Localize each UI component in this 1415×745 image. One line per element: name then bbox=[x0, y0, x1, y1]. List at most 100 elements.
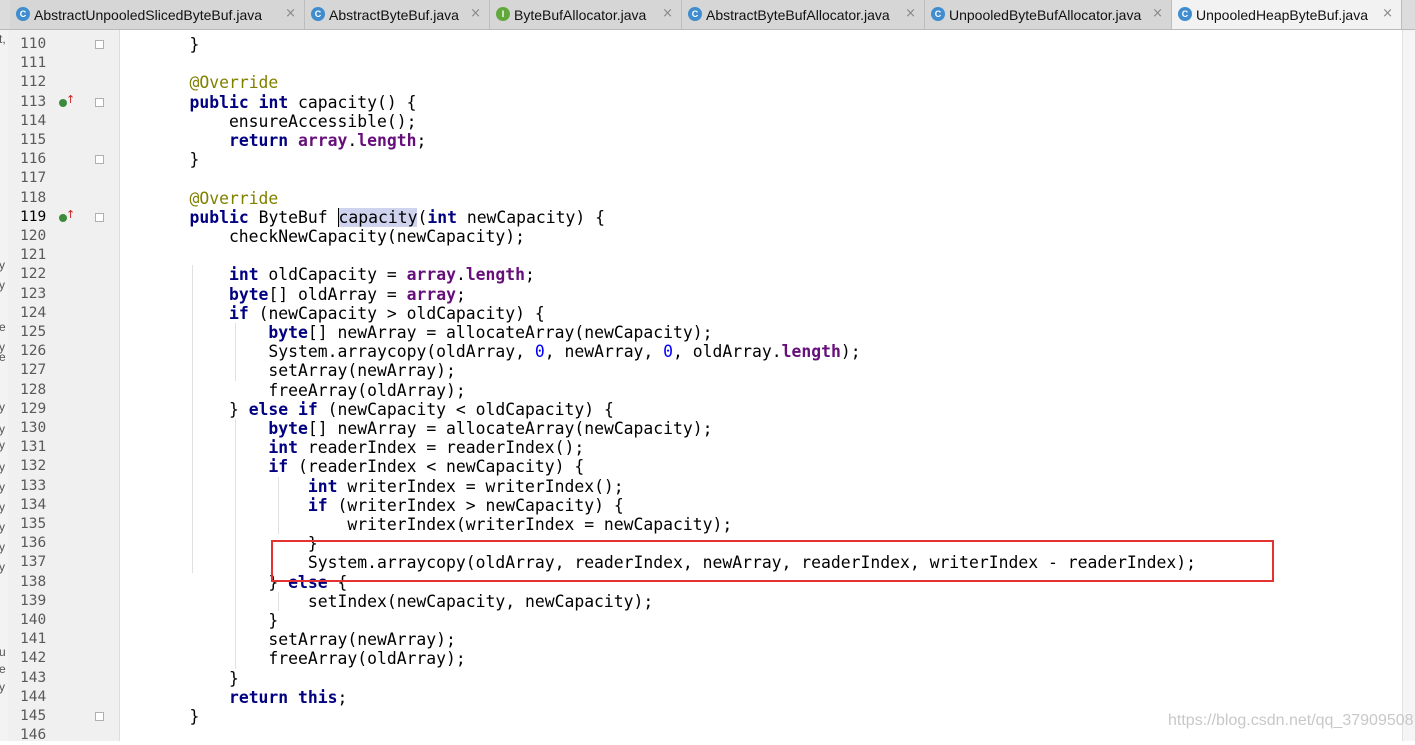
code-line[interactable]: public ByteBuf capacity(int newCapacity)… bbox=[150, 207, 605, 227]
project-panel-edge[interactable]: t, y y e y e y y y y y y y y y u e y bbox=[0, 30, 8, 741]
code-token: if bbox=[268, 457, 289, 477]
tab-label: ByteBufAllocator.java bbox=[514, 6, 647, 23]
code-line[interactable]: byte[] oldArray = array; bbox=[150, 285, 466, 304]
class-icon: C bbox=[931, 7, 945, 21]
line-number: 129 bbox=[20, 400, 47, 417]
line-number: 115 bbox=[20, 132, 47, 148]
code-line[interactable]: int readerIndex = readerIndex(); bbox=[150, 438, 584, 457]
tab-abstract-byte-buf[interactable]: C AbstractByteBuf.java × bbox=[305, 0, 490, 29]
fold-toggle-icon[interactable] bbox=[95, 212, 104, 222]
code-line[interactable]: checkNewCapacity(newCapacity); bbox=[150, 227, 525, 246]
code-line[interactable]: ensureAccessible(); bbox=[150, 112, 417, 131]
code-token: length bbox=[357, 131, 417, 150]
code-line[interactable]: } bbox=[150, 35, 199, 54]
code-token: int bbox=[258, 92, 289, 112]
line-number: 141 bbox=[20, 631, 47, 648]
code-token: freeArray(oldArray); bbox=[150, 649, 466, 669]
code-token: newCapacity) { bbox=[456, 207, 605, 227]
code-token: } bbox=[150, 611, 279, 630]
code-line[interactable]: int writerIndex = writerIndex(); bbox=[150, 477, 624, 496]
code-line[interactable]: } bbox=[150, 150, 199, 169]
code-token: 0 bbox=[534, 342, 545, 362]
vertical-scrollbar[interactable] bbox=[1402, 30, 1415, 741]
close-tab-icon[interactable]: × bbox=[470, 6, 481, 21]
override-marker-icon[interactable]: ↑ bbox=[58, 93, 75, 109]
close-tab-icon[interactable]: × bbox=[1382, 6, 1393, 21]
code-token: System. bbox=[150, 342, 338, 362]
project-tree-fragment: y bbox=[0, 560, 5, 574]
code-line[interactable]: setArray(newArray); bbox=[150, 630, 456, 649]
fold-toggle-icon[interactable] bbox=[95, 712, 104, 721]
fold-toggle-icon[interactable] bbox=[95, 40, 104, 49]
tab-label: AbstractByteBuf.java bbox=[329, 6, 459, 23]
code-line[interactable]: @Override bbox=[150, 73, 278, 92]
override-marker-icon[interactable]: ↑ bbox=[58, 208, 75, 224]
tab-abstract-unpooled-sliced-byte-buf[interactable]: C AbstractUnpooledSlicedByteBuf.java × bbox=[10, 0, 305, 29]
code-token: byte bbox=[268, 419, 308, 438]
line-number: 130 bbox=[20, 420, 47, 436]
tab-abstract-byte-buf-allocator[interactable]: C AbstractByteBufAllocator.java × bbox=[682, 0, 925, 29]
code-line[interactable]: writerIndex(writerIndex = newCapacity); bbox=[150, 515, 732, 534]
code-token: readerIndex = readerIndex(); bbox=[298, 438, 585, 458]
code-token: @Override bbox=[189, 188, 279, 208]
tab-unpooled-heap-byte-buf[interactable]: C UnpooledHeapByteBuf.java × bbox=[1172, 0, 1402, 29]
code-editor[interactable]: } @Override public int capacity() { ensu… bbox=[120, 30, 1402, 741]
code-token: ByteBuf bbox=[248, 207, 338, 227]
line-number: 124 bbox=[20, 304, 47, 321]
close-tab-icon[interactable]: × bbox=[905, 6, 916, 21]
code-token: , oldArray. bbox=[673, 342, 782, 362]
fold-toggle-icon[interactable] bbox=[95, 97, 104, 107]
code-line[interactable]: } bbox=[150, 669, 239, 688]
code-line[interactable]: return this; bbox=[150, 688, 347, 707]
code-line[interactable]: if (newCapacity > oldCapacity) { bbox=[150, 304, 545, 323]
fold-toggle-icon[interactable] bbox=[95, 155, 104, 165]
code-line[interactable]: public int capacity() { bbox=[150, 93, 416, 112]
code-line[interactable]: } else { bbox=[150, 573, 347, 592]
line-number: 134 bbox=[20, 496, 47, 513]
tab-byte-buf-allocator[interactable]: I ByteBufAllocator.java × bbox=[490, 0, 682, 29]
code-line[interactable]: } else if (newCapacity < oldCapacity) { bbox=[150, 400, 614, 419]
code-token: ; bbox=[455, 284, 466, 304]
tab-unpooled-byte-buf-allocator[interactable]: C UnpooledByteBufAllocator.java × bbox=[925, 0, 1172, 29]
code-line[interactable]: setArray(newArray); bbox=[150, 361, 456, 380]
code-token: int bbox=[228, 265, 259, 285]
code-token: else bbox=[288, 572, 328, 592]
code-line[interactable]: return array.length; bbox=[150, 131, 426, 150]
code-line[interactable]: @Override bbox=[150, 189, 278, 208]
close-tab-icon[interactable]: × bbox=[285, 6, 296, 21]
code-line[interactable]: setIndex(newCapacity, newCapacity); bbox=[150, 592, 653, 611]
code-line[interactable]: if (writerIndex > newCapacity) { bbox=[150, 496, 624, 515]
close-tab-icon[interactable]: × bbox=[662, 6, 673, 21]
code-line-highlighted[interactable]: System.arraycopy(oldArray, readerIndex, … bbox=[150, 553, 1196, 572]
project-tree-fragment: y bbox=[0, 438, 5, 452]
project-tree-fragment: y bbox=[0, 520, 5, 534]
code-token: [] oldArray = bbox=[268, 284, 407, 304]
project-tree-fragment: u bbox=[0, 645, 6, 659]
indent-guide bbox=[278, 591, 279, 611]
code-line[interactable]: } bbox=[150, 707, 199, 726]
code-token: [] newArray = allocateArray(newCapacity)… bbox=[307, 419, 713, 438]
code-token: { bbox=[327, 572, 348, 592]
code-line[interactable]: System.arraycopy(oldArray, 0, newArray, … bbox=[150, 342, 860, 362]
line-number: 142 bbox=[20, 650, 47, 667]
code-token: (writerIndex > newCapacity) { bbox=[327, 495, 624, 515]
code-token: (newCapacity > oldCapacity) { bbox=[248, 303, 545, 323]
code-line[interactable]: int oldCapacity = array.length; bbox=[150, 265, 535, 284]
code-line[interactable]: freeArray(oldArray); bbox=[150, 649, 466, 669]
code-token: public bbox=[189, 207, 249, 227]
code-line[interactable]: } bbox=[150, 534, 318, 553]
code-line[interactable]: if (readerIndex < newCapacity) { bbox=[150, 457, 584, 476]
close-tab-icon[interactable]: × bbox=[1152, 6, 1163, 21]
class-icon: C bbox=[1178, 7, 1192, 21]
code-line[interactable]: freeArray(oldArray); bbox=[150, 381, 465, 400]
code-token: ; bbox=[525, 265, 535, 285]
project-tree-fragment: y bbox=[0, 460, 5, 474]
code-line[interactable]: } bbox=[150, 611, 278, 630]
line-number: 112 bbox=[20, 74, 47, 91]
line-number: 139 bbox=[20, 592, 47, 609]
line-number: 127 bbox=[20, 362, 47, 379]
